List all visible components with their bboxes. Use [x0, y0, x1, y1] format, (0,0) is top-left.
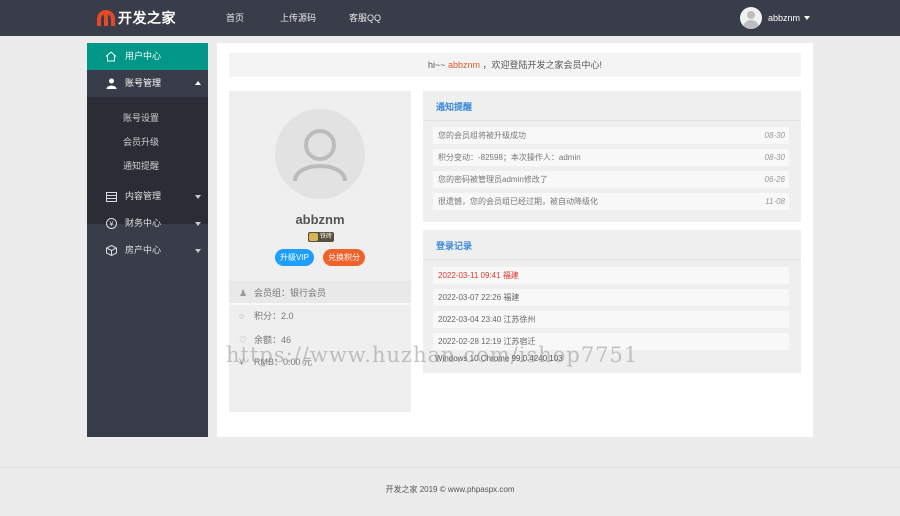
- notice-date: 08-30: [764, 153, 785, 162]
- box-icon: [105, 237, 117, 264]
- circle-icon: ○: [239, 311, 245, 321]
- login-place: 江苏宿迁: [503, 337, 536, 346]
- list-item[interactable]: 您的会员组将被升级成功 08-30: [433, 127, 789, 144]
- site-logo[interactable]: 开发之家: [97, 8, 176, 28]
- chevron-up-icon: [195, 81, 201, 85]
- login-device: Windows 10 Chrome 99.0.4240.103: [435, 354, 563, 363]
- notice-text: 您的密码被管理员admin修改了: [438, 175, 548, 184]
- submenu-item-notifications[interactable]: 通知提醒: [123, 159, 159, 172]
- chevron-down-icon: [195, 222, 201, 226]
- submenu-item-account-settings[interactable]: 账号设置: [123, 111, 159, 124]
- table-row: 2022-03-04 23:40 江苏徐州: [433, 311, 789, 328]
- sidebar-item-label: 用户中心: [125, 51, 162, 61]
- avatar: [275, 109, 365, 199]
- info-rmb: ¥ RMB：0.00 元: [229, 350, 411, 374]
- notice-text: 您的会员组将被升级成功: [438, 131, 526, 140]
- login-time: 2022-03-11 09:41: [438, 271, 501, 280]
- list-item[interactable]: 积分变动：-82598；本次操作人：admin 08-30: [433, 149, 789, 166]
- info-points: ○ 积分：2.0: [229, 304, 411, 328]
- medal-icon: [309, 233, 318, 241]
- notice-text: 很遗憾，您的会员组已经过期，被自动降级化: [438, 197, 598, 206]
- profile-name: abbznm: [295, 212, 345, 227]
- content-icon: [105, 183, 117, 210]
- sidebar-item-account[interactable]: 账号管理: [87, 70, 208, 97]
- sidebar-item-label: 财务中心: [125, 218, 162, 228]
- profile-card: abbznm 铁砖 升级VIP 兑换积分 ♟ 会员组：银行会员 ○ 积分：2.0…: [229, 91, 411, 412]
- sidebar-item-label: 房产中心: [125, 245, 162, 255]
- info-text: 积分：2.0: [254, 311, 294, 321]
- login-title: 登录记录: [436, 241, 473, 251]
- notice-date: 08-30: [764, 131, 785, 140]
- footer: 开发之家 2019 © www.phpaspx.com: [385, 485, 515, 494]
- info-text: 会员组：银行会员: [254, 288, 327, 298]
- user-menu[interactable]: abbznm: [739, 7, 810, 29]
- heart-icon: ♡: [239, 335, 248, 345]
- sidebar-item-property[interactable]: 房产中心: [87, 237, 208, 264]
- login-history-panel: 登录记录 2022-03-11 09:41 福建 2022-03-07 22:2…: [423, 230, 801, 373]
- sidebar-item-finance[interactable]: ¥ 财务中心: [87, 210, 208, 237]
- badge-label: 铁砖: [320, 234, 333, 240]
- sidebar-item-content[interactable]: 内容管理: [87, 183, 208, 210]
- svg-text:¥: ¥: [109, 220, 114, 228]
- notice-text: 积分变动：-82598；本次操作人：admin: [438, 153, 581, 162]
- notice-title: 通知提醒: [436, 102, 473, 112]
- logo-mark-icon: [97, 10, 115, 26]
- info-text: 余额：46: [254, 335, 292, 345]
- footer-divider: [0, 467, 900, 468]
- notice-date: 06-26: [764, 175, 785, 184]
- login-place: 福建: [502, 271, 519, 280]
- upgrade-vip-button[interactable]: 升级VIP: [275, 249, 314, 266]
- chevron-down-icon: [804, 16, 810, 20]
- welcome-bar: hi~~ abbznm ，欢迎登陆开发之家会员中心!: [229, 53, 801, 77]
- table-row: 2022-02-28 12:19 江苏宿迁: [433, 333, 789, 350]
- home-icon: [105, 43, 117, 70]
- list-item[interactable]: 很遗憾，您的会员组已经过期，被自动降级化 11-08: [433, 193, 789, 210]
- sidebar-item-user-center[interactable]: 用户中心: [87, 43, 208, 70]
- submenu-item-member-upgrade[interactable]: 会员升级: [123, 135, 159, 148]
- level-badge: 铁砖: [308, 232, 335, 242]
- divider: [423, 120, 801, 121]
- finance-icon: ¥: [105, 210, 117, 237]
- user-icon: ♟: [239, 288, 248, 298]
- redeem-points-button[interactable]: 兑换积分: [323, 249, 365, 266]
- info-text: RMB：0.00 元: [254, 357, 313, 367]
- sidebar-item-label: 账号管理: [125, 78, 162, 88]
- chevron-down-icon: [195, 249, 201, 253]
- logo-text: 开发之家: [118, 10, 176, 26]
- welcome-suffix: ，欢迎登陆开发之家会员中心!: [480, 60, 603, 70]
- sidebar: 用户中心 账号管理 账号设置 会员升级 通知提醒 内容管理 ¥ 财务中心 房产中…: [87, 43, 208, 437]
- sidebar-item-label: 内容管理: [125, 191, 162, 201]
- list-item[interactable]: 您的密码被管理员admin修改了 06-26: [433, 171, 789, 188]
- rmb-icon: ¥: [239, 357, 245, 367]
- info-balance: ♡ 余额：46: [229, 328, 411, 352]
- nav-support-qq[interactable]: 客服QQ: [349, 0, 381, 36]
- top-bar: 开发之家 首页 上传源码 客服QQ abbznm: [0, 0, 900, 36]
- login-time: 2022-02-28 12:19: [438, 337, 502, 346]
- nav-home[interactable]: 首页: [226, 0, 244, 36]
- nav-upload[interactable]: 上传源码: [280, 0, 316, 36]
- login-time: 2022-03-07 22:26: [438, 293, 502, 302]
- chevron-down-icon: [195, 195, 201, 199]
- welcome-user: abbznm: [447, 60, 481, 70]
- table-row: 2022-03-07 22:26 福建: [433, 289, 789, 306]
- info-member-group: ♟ 会员组：银行会员: [229, 281, 411, 305]
- login-place: 江苏徐州: [503, 315, 536, 324]
- user-icon: [105, 70, 117, 97]
- welcome-prefix: hi~~: [427, 60, 448, 70]
- notice-date: 11-08: [765, 197, 785, 206]
- avatar: [739, 7, 762, 29]
- main-panel: hi~~ abbznm ，欢迎登陆开发之家会员中心! abbznm 铁砖 升级V…: [217, 43, 813, 437]
- login-place: 福建: [503, 293, 520, 302]
- user-name: abbznm: [767, 13, 800, 23]
- table-row: 2022-03-11 09:41 福建: [433, 267, 789, 284]
- login-time: 2022-03-04 23:40: [438, 315, 502, 324]
- divider: [423, 259, 801, 260]
- notice-panel: 通知提醒 您的会员组将被升级成功 08-30 积分变动：-82598；本次操作人：…: [423, 91, 801, 222]
